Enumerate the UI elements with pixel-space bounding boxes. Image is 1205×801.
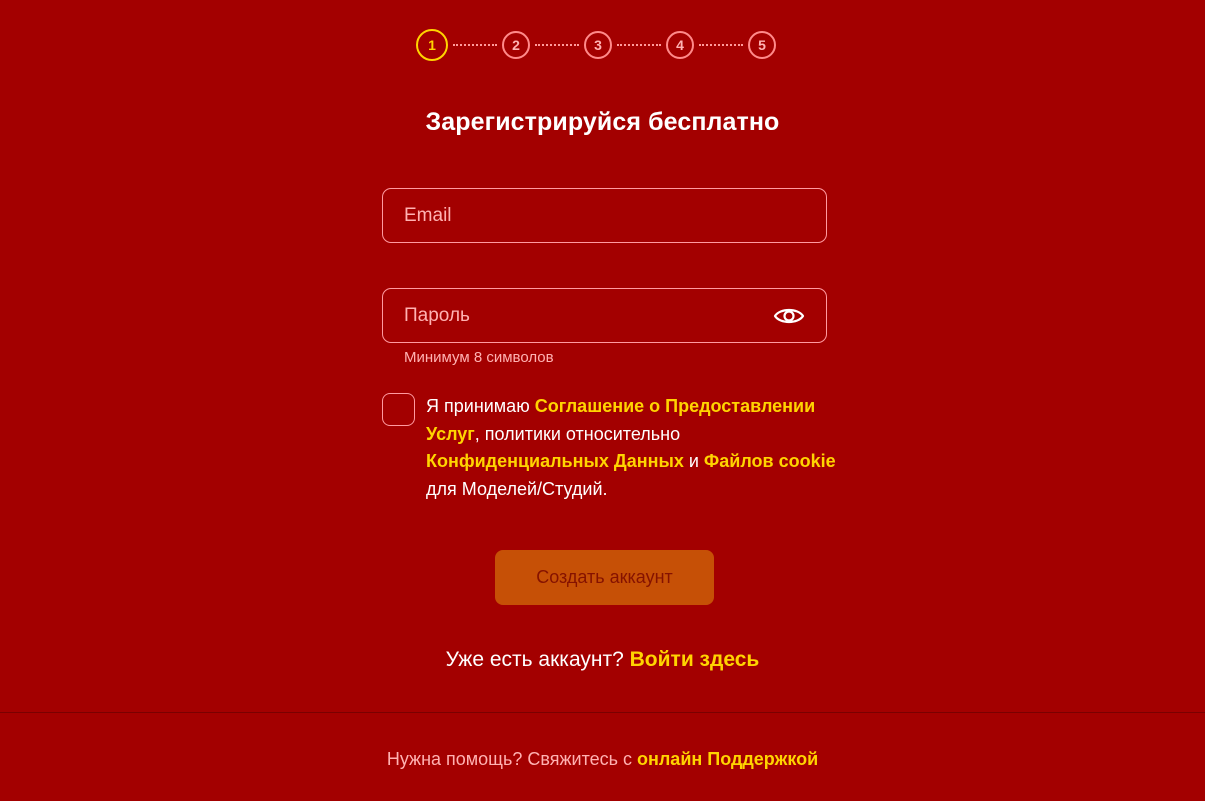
privacy-link[interactable]: Конфиденциальных Данных	[426, 451, 684, 471]
terms-and: и	[683, 451, 704, 471]
terms-middle: , политики относительно	[474, 423, 681, 444]
step-connector	[453, 44, 497, 46]
create-account-button[interactable]: Создать аккаунт	[495, 550, 714, 605]
support-link[interactable]: онлайн Поддержкой	[637, 749, 818, 769]
step-2: 2	[502, 31, 530, 59]
terms-checkbox[interactable]	[382, 393, 415, 426]
email-input[interactable]	[383, 189, 826, 242]
footer-divider	[0, 712, 1205, 713]
password-hint: Минимум 8 символов	[404, 349, 554, 366]
terms-text: Я принимаю Соглашение о Предоставлении У…	[426, 393, 836, 503]
step-connector	[617, 44, 661, 46]
step-2-label: 2	[512, 37, 520, 53]
help-footer: Нужна помощь? Свяжитесь с онлайн Поддерж…	[0, 749, 1205, 770]
step-4-label: 4	[676, 37, 684, 53]
step-3-label: 3	[594, 37, 602, 53]
step-1: 1	[416, 29, 448, 61]
password-input[interactable]	[383, 289, 826, 342]
step-connector	[699, 44, 743, 46]
registration-stepper: 1 2 3 4 5	[416, 28, 776, 62]
cookies-link[interactable]: Файлов cookie	[704, 451, 836, 471]
terms-prefix: Я принимаю	[426, 396, 535, 416]
step-1-label: 1	[428, 37, 436, 53]
eye-icon[interactable]	[772, 302, 806, 330]
step-5-label: 5	[758, 37, 766, 53]
terms-suffix: для Моделей/Студий.	[426, 478, 608, 499]
step-5: 5	[748, 31, 776, 59]
step-4: 4	[666, 31, 694, 59]
step-connector	[535, 44, 579, 46]
step-3: 3	[584, 31, 612, 59]
page-title: Зарегистрируйся бесплатно	[425, 108, 780, 136]
email-field-wrapper	[382, 188, 827, 243]
password-field-wrapper	[382, 288, 827, 343]
login-link[interactable]: Войти здесь	[630, 648, 760, 671]
help-text: Нужна помощь? Свяжитесь с	[386, 749, 637, 769]
login-prompt: Уже есть аккаунт? Войти здесь	[0, 648, 1205, 672]
login-prompt-text: Уже есть аккаунт?	[445, 648, 630, 671]
